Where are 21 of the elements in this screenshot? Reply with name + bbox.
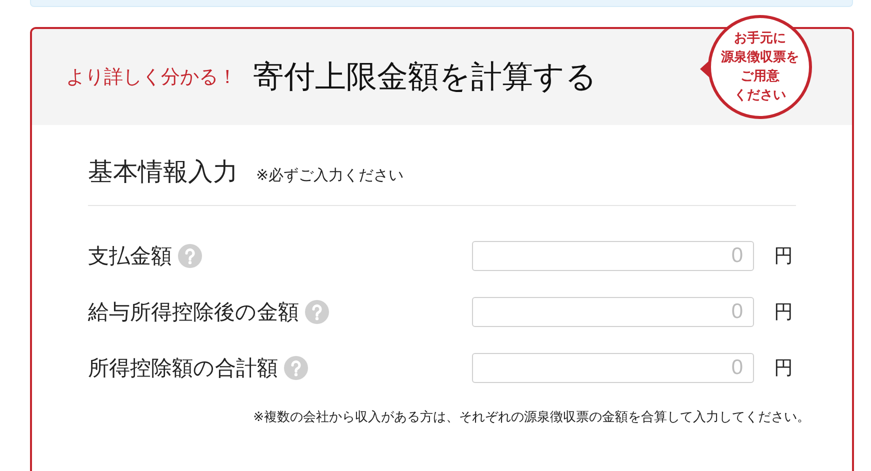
amount-input[interactable]: 0 — [472, 297, 754, 327]
help-icon[interactable] — [284, 356, 308, 380]
unit-label: 円 — [774, 244, 794, 269]
unit-label: 円 — [774, 300, 794, 325]
field-label: 支払金額 — [88, 243, 172, 270]
header-lead-text: より詳しく分かる！ — [66, 65, 237, 90]
bubble-text-line: ご用意 — [740, 68, 780, 86]
field-label: 所得控除額の合計額 — [88, 355, 278, 382]
footnote-text: ※複数の会社から収入がある方は、それぞれの源泉徴収票の金額を合算して入力してください。 — [252, 409, 810, 426]
bubble-text-line: ください — [734, 87, 786, 105]
required-note: ※必ずご入力ください — [256, 166, 404, 185]
section-title: 基本情報入力 — [88, 156, 238, 188]
bubble-text-line: 源泉徴収票を — [721, 49, 799, 67]
unit-label: 円 — [774, 356, 794, 381]
amount-input[interactable]: 0 — [472, 353, 754, 383]
help-icon[interactable] — [305, 300, 329, 324]
amount-input[interactable]: 0 — [472, 241, 754, 271]
field-label: 給与所得控除後の金額 — [88, 299, 299, 326]
bubble-text-line: お手元に — [734, 30, 786, 48]
header-title: 寄付上限金額を計算する — [253, 58, 597, 97]
help-icon[interactable] — [178, 244, 202, 268]
